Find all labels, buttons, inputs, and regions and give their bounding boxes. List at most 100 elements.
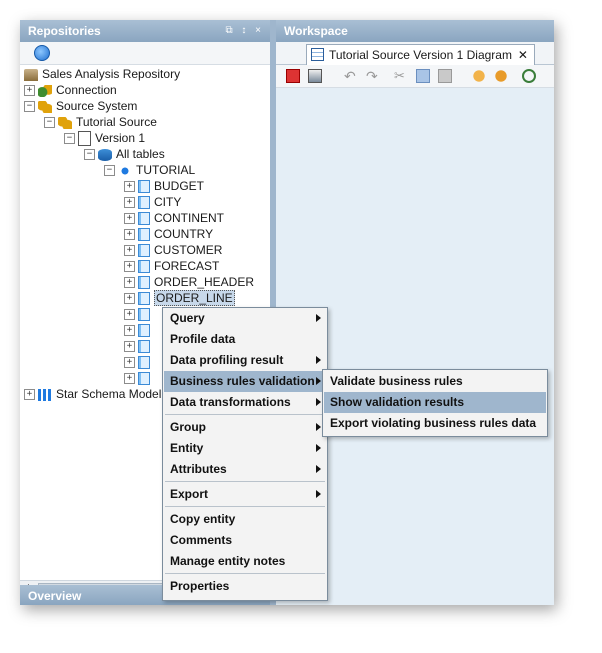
table-icon [138, 276, 150, 290]
menu-item-validate-business-rules[interactable]: Validate business rules [324, 371, 546, 392]
collapse-icon[interactable]: − [64, 133, 75, 145]
expand-icon[interactable]: + [24, 85, 35, 97]
close-icon[interactable]: ✕ [518, 45, 528, 65]
cut-icon[interactable]: ✂ [394, 69, 408, 83]
repository-icon [24, 68, 38, 81]
panel-controls-icon[interactable]: ⧉ ↕ × [225, 20, 264, 42]
expand-icon[interactable]: + [124, 309, 135, 321]
copy-icon[interactable] [416, 69, 430, 83]
select-hand-icon[interactable] [494, 69, 508, 83]
tree-node[interactable]: + CUSTOMER [124, 242, 222, 258]
menu-item-business-rules-validation[interactable]: Business rules validation [164, 371, 326, 392]
tree-node[interactable]: Sales Analysis Repository [24, 66, 180, 82]
workspace-toolbar: ↶ ↷ ✂ [276, 65, 554, 88]
collapse-icon[interactable]: − [104, 165, 115, 177]
refresh-icon[interactable] [34, 45, 50, 61]
source-system-icon [58, 116, 72, 129]
table-icon [138, 260, 150, 274]
expand-icon[interactable]: + [24, 389, 35, 401]
submenu-arrow-icon [316, 423, 321, 431]
menu-item-group[interactable]: Group [164, 417, 326, 438]
tree-node[interactable]: + ORDER_HEADER [124, 274, 254, 290]
submenu-arrow-icon [316, 490, 321, 498]
menu-item-properties[interactable]: Properties [164, 576, 326, 597]
tree-node[interactable]: + [124, 338, 154, 354]
table-icon [138, 212, 150, 226]
tree-node[interactable]: + Star Schema Model [24, 386, 161, 402]
undo-icon[interactable]: ↶ [344, 69, 358, 83]
menu-item-data-transformations[interactable]: Data transformations [164, 392, 326, 413]
collapse-icon[interactable]: − [84, 149, 95, 161]
menu-item-attributes[interactable]: Attributes [164, 459, 326, 480]
tab-diagram[interactable]: Tutorial Source Version 1 Diagram ✕ [306, 44, 535, 65]
tree-node[interactable]: + COUNTRY [124, 226, 213, 242]
workspace-tab-bar: Tutorial Source Version 1 Diagram ✕ [276, 42, 554, 65]
context-menu: Query Profile data Data profiling result… [162, 307, 328, 601]
menu-separator [165, 414, 325, 415]
redo-icon[interactable]: ↷ [366, 69, 380, 83]
table-icon [138, 292, 150, 306]
table-icon [138, 196, 150, 210]
workspace-title: Workspace [284, 24, 348, 38]
menu-item-comments[interactable]: Comments [164, 530, 326, 551]
expand-icon[interactable]: + [124, 357, 135, 369]
star-schema-icon [38, 388, 52, 401]
menu-item-export-violating-data[interactable]: Export violating business rules data [324, 413, 546, 434]
expand-icon[interactable]: + [124, 229, 135, 241]
menu-separator [165, 481, 325, 482]
table-icon [138, 244, 150, 258]
expand-icon[interactable]: + [124, 293, 135, 305]
tree-node[interactable]: + CITY [124, 194, 181, 210]
menu-item-profile-data[interactable]: Profile data [164, 329, 326, 350]
business-rules-submenu: Validate business rules Show validation … [322, 369, 548, 437]
submenu-arrow-icon [316, 356, 321, 364]
menu-item-export[interactable]: Export [164, 484, 326, 505]
table-icon [138, 308, 150, 322]
expand-icon[interactable]: + [124, 341, 135, 353]
pan-hand-icon[interactable] [472, 69, 486, 83]
tree-node[interactable]: − Version 1 [64, 130, 145, 147]
tree-node[interactable]: + Connection [24, 82, 117, 98]
tree-node[interactable]: + [124, 354, 154, 370]
expand-icon[interactable]: + [124, 277, 135, 289]
expand-icon[interactable]: + [124, 213, 135, 225]
tree-node[interactable]: + [124, 306, 154, 322]
submenu-arrow-icon [316, 465, 321, 473]
collapse-icon[interactable]: − [24, 101, 35, 113]
tree-node[interactable]: + [124, 322, 154, 338]
tree-node-selected[interactable]: + ORDER_LINE [124, 290, 235, 306]
tree-node[interactable]: + FORECAST [124, 258, 219, 274]
tree-node[interactable]: + BUDGET [124, 178, 204, 194]
print-icon[interactable] [308, 69, 322, 83]
menu-item-manage-entity-notes[interactable]: Manage entity notes [164, 551, 326, 572]
paste-icon[interactable] [438, 69, 452, 83]
expand-icon[interactable]: + [124, 197, 135, 209]
tree-node[interactable]: − All tables [84, 146, 165, 162]
tree-node[interactable]: − Source System [24, 98, 137, 114]
tree-node[interactable]: + CONTINENT [124, 210, 224, 226]
menu-separator [165, 506, 325, 507]
connection-icon [38, 84, 52, 97]
collapse-icon[interactable]: − [44, 117, 55, 129]
expand-icon[interactable]: + [124, 181, 135, 193]
repositories-title: Repositories [28, 24, 101, 38]
menu-item-data-profiling-result[interactable]: Data profiling result [164, 350, 326, 371]
menu-item-query[interactable]: Query [164, 308, 326, 329]
table-icon [138, 228, 150, 242]
tree-node[interactable]: − Tutorial Source [44, 114, 157, 130]
zoom-in-icon[interactable] [522, 69, 536, 83]
expand-icon[interactable]: + [124, 373, 135, 385]
menu-item-entity[interactable]: Entity [164, 438, 326, 459]
table-icon [138, 180, 150, 194]
menu-item-show-validation-results[interactable]: Show validation results [324, 392, 546, 413]
expand-icon[interactable]: + [124, 261, 135, 273]
tree-node[interactable]: + [124, 370, 154, 386]
tree-node[interactable]: − TUTORIAL [104, 162, 195, 178]
workspace-header: Workspace [276, 20, 554, 42]
expand-icon[interactable]: + [124, 245, 135, 257]
menu-item-copy-entity[interactable]: Copy entity [164, 509, 326, 530]
expand-icon[interactable]: + [124, 325, 135, 337]
pdf-export-icon[interactable] [286, 69, 300, 83]
table-icon [138, 340, 150, 354]
source-system-icon [38, 100, 52, 113]
